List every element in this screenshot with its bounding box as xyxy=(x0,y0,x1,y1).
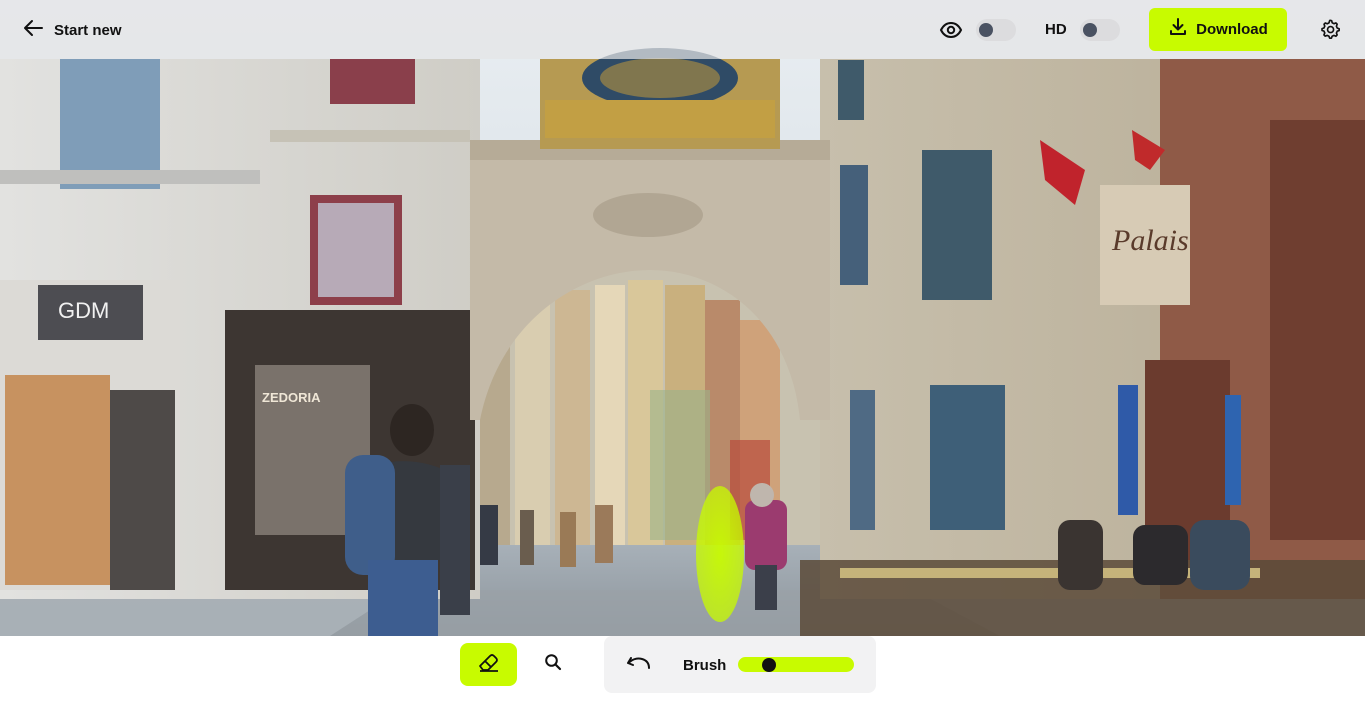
brush-size-slider[interactable] xyxy=(738,657,854,672)
svg-text:Palais: Palais xyxy=(1111,224,1189,257)
zoom-tool-button[interactable] xyxy=(531,643,574,686)
toggle-knob xyxy=(979,23,993,37)
start-new-button[interactable]: Start new xyxy=(22,17,122,43)
eye-icon[interactable] xyxy=(939,18,963,42)
photo-canvas[interactable]: GDM ZEDORIA Palais xyxy=(0,0,1365,636)
undo-button[interactable] xyxy=(624,652,654,678)
brush-panel: Brush xyxy=(604,636,876,693)
top-bar: Start new HD Download xyxy=(0,0,1365,59)
street-photo: GDM ZEDORIA Palais xyxy=(0,0,1365,636)
svg-text:ZEDORIA: ZEDORIA xyxy=(262,390,321,405)
eraser-tool-button[interactable] xyxy=(460,643,517,686)
preview-toggle[interactable] xyxy=(976,19,1016,41)
eraser-icon xyxy=(477,650,501,679)
download-icon xyxy=(1168,17,1188,42)
gear-icon[interactable] xyxy=(1319,18,1341,40)
toggle-knob xyxy=(1083,23,1097,37)
arrow-left-icon xyxy=(22,17,44,44)
brush-mask-stroke xyxy=(696,486,744,622)
undo-icon xyxy=(626,654,652,677)
svg-text:GDM: GDM xyxy=(58,298,109,323)
hd-toggle[interactable] xyxy=(1080,19,1120,41)
download-label: Download xyxy=(1196,21,1268,38)
brush-size-thumb[interactable] xyxy=(762,657,776,672)
magnifier-icon xyxy=(544,653,562,676)
download-button[interactable]: Download xyxy=(1149,8,1287,51)
hd-label: HD xyxy=(1045,21,1067,38)
brush-label: Brush xyxy=(683,657,727,674)
start-new-label: Start new xyxy=(54,21,122,39)
